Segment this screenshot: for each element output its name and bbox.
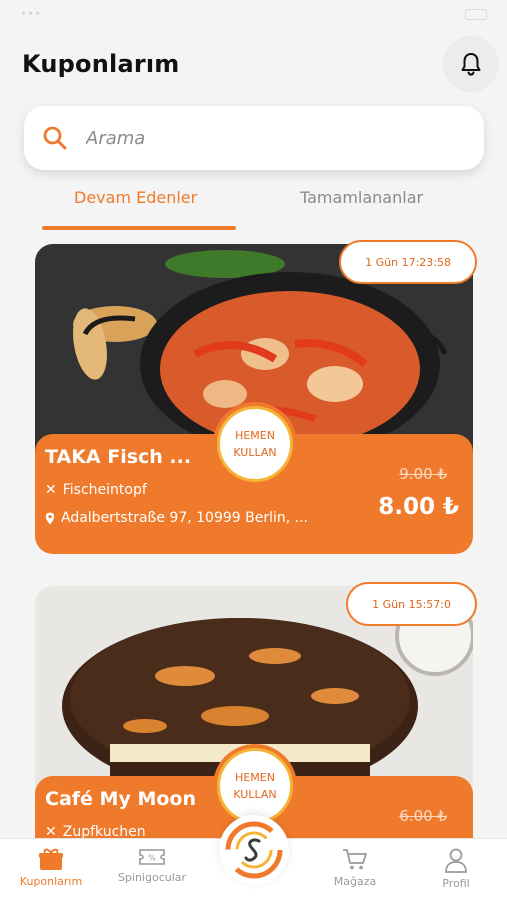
location-pin-icon <box>45 512 55 524</box>
nav-item-profile[interactable]: Profil <box>411 847 501 890</box>
battery-icon <box>465 8 487 20</box>
countdown-badge: 1 Gün 17:23:58 <box>339 240 477 284</box>
old-price: 9.00 ₺ <box>399 465 447 483</box>
use-now-label-2: KULLAN <box>233 788 277 801</box>
use-now-label-2: KULLAN <box>233 446 277 459</box>
spin-button[interactable] <box>219 815 289 885</box>
bell-icon <box>461 53 481 76</box>
notifications-button[interactable] <box>443 36 499 92</box>
search-input[interactable] <box>86 127 426 149</box>
coupon-tabs: Devam Edenler Tamamlananlar <box>42 182 482 232</box>
spin-logo-icon <box>225 821 283 879</box>
active-tab-indicator <box>42 226 236 230</box>
dish-row: ✕ Fischeintopf <box>45 482 147 498</box>
dish-name: Fischeintopf <box>62 482 147 498</box>
new-price: 8.00 ₺ <box>378 494 459 520</box>
nav-item-coupons[interactable]: Kuponlarım <box>6 847 96 888</box>
search-bar[interactable] <box>24 106 484 170</box>
search-icon <box>43 126 67 150</box>
old-price: 6.00 ₺ <box>399 807 447 825</box>
ticket-icon: % <box>139 849 165 865</box>
coupon-card[interactable]: 1 Gün 17:23:58 TAKA Fisch ... ✕ Fischein… <box>35 240 477 556</box>
countdown-badge: 1 Gün 15:57:0 <box>346 582 477 626</box>
status-indicators <box>465 8 487 20</box>
cart-icon <box>343 849 367 870</box>
cutlery-icon: ✕ <box>45 482 57 498</box>
use-now-label-1: HEMEN <box>235 429 275 442</box>
nav-item-store[interactable]: Mağaza <box>310 847 400 888</box>
gift-icon <box>39 848 63 870</box>
user-icon <box>445 848 467 873</box>
svg-text:%: % <box>148 854 156 863</box>
address-row: Adalbertstraße 97, 10999 Berlin, ... <box>45 510 308 526</box>
nav-label: Spinigocular <box>117 871 187 884</box>
signal-icon: ••• <box>20 7 42 21</box>
restaurant-name: Café My Moon <box>45 788 196 810</box>
nav-label: Profil <box>442 877 470 890</box>
use-now-button[interactable]: HEMEN KULLAN <box>217 748 293 824</box>
restaurant-name: TAKA Fisch ... <box>45 446 192 468</box>
page-title: Kuponlarım <box>22 50 180 78</box>
use-now-label-1: HEMEN <box>235 771 275 784</box>
use-now-button[interactable]: HEMEN KULLAN <box>217 406 293 482</box>
tab-completed[interactable]: Tamamlananlar <box>300 188 423 207</box>
restaurant-address: Adalbertstraße 97, 10999 Berlin, ... <box>61 510 309 526</box>
nav-label: Mağaza <box>333 875 377 888</box>
nav-item-players[interactable]: % Spinigocular <box>107 847 197 884</box>
tab-ongoing[interactable]: Devam Edenler <box>74 188 197 207</box>
header: Kuponlarım <box>22 36 499 92</box>
nav-label: Kuponlarım <box>19 875 83 888</box>
status-bar: ••• <box>0 0 507 28</box>
